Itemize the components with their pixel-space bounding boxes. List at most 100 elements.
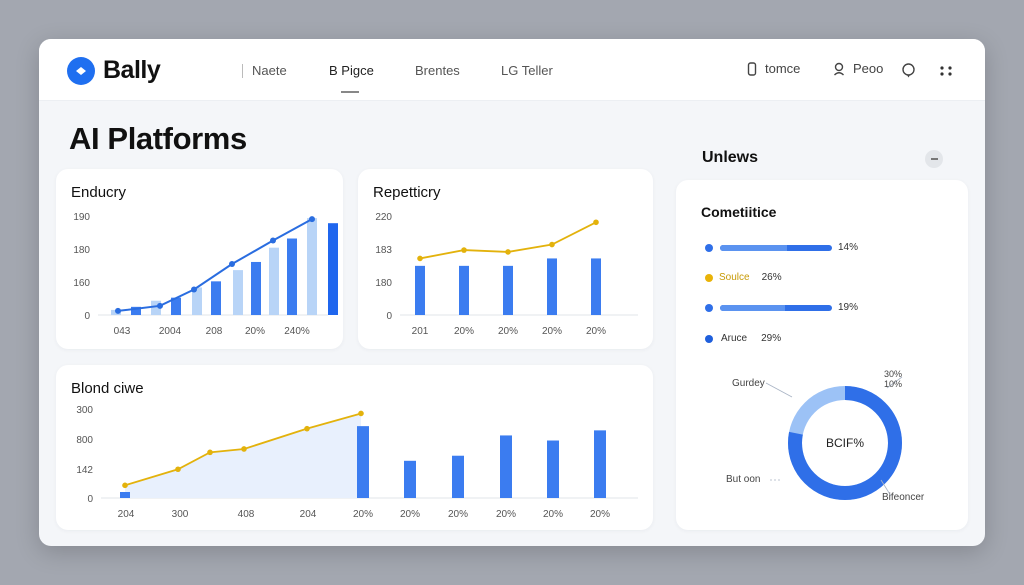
bar: [415, 265, 425, 315]
trend-point: [175, 466, 181, 473]
page-title: AI Platforms: [69, 121, 247, 156]
bar: [452, 455, 464, 498]
bar: [357, 426, 369, 498]
y-tick: 190: [73, 212, 90, 223]
trend-point: [191, 286, 197, 293]
trend-point: [505, 249, 511, 255]
nav-item-teller[interactable]: LG Teller: [501, 63, 553, 78]
x-tick: 20%: [496, 509, 516, 520]
nav-item-brentes[interactable]: Brentes: [415, 63, 460, 78]
donut-chart: BCIF%: [765, 376, 903, 500]
x-tick: 20%: [498, 326, 518, 337]
x-tick: 204: [300, 509, 317, 520]
profile-link[interactable]: Peoo: [833, 61, 883, 76]
blend-chart-card: Blond ciwe 300 800 142 0 204 300 408 204…: [56, 365, 653, 530]
bar-light: [269, 247, 279, 315]
trend-point: [309, 216, 315, 223]
trend-point: [461, 247, 467, 253]
x-tick: 20%: [543, 509, 563, 520]
trend-point: [157, 302, 163, 309]
x-tick: 20%: [590, 509, 610, 520]
side-panel-title: Unlews: [702, 149, 759, 166]
bar: [547, 440, 559, 498]
active-tab-indicator: [341, 91, 359, 93]
help-button[interactable]: [901, 63, 916, 81]
y-tick: 300: [76, 405, 93, 416]
profile-label: Peoo: [853, 61, 884, 76]
nav-divider: [242, 64, 243, 78]
trend-point: [417, 255, 423, 262]
bar: [328, 223, 338, 315]
donut-label-top: 10%: [884, 379, 903, 389]
grid-icon: [939, 65, 953, 80]
bar: [500, 435, 512, 498]
bar: [404, 460, 416, 498]
trend-point: [358, 410, 364, 417]
trend-point: [549, 241, 555, 248]
y-tick: 0: [87, 494, 93, 505]
repetition-chart-card: Repetticry 220 183 180 0 201 20% 20% 20%…: [358, 169, 653, 349]
y-tick: 180: [73, 245, 90, 256]
trend-point: [207, 449, 213, 456]
trend-point: [229, 261, 235, 267]
top-bar: Bally Naete B Pigce Brentes LG Teller to…: [39, 39, 985, 101]
bar: [287, 238, 297, 315]
x-tick: 20%: [586, 326, 606, 337]
y-tick: 0: [84, 311, 90, 322]
y-tick: 160: [73, 278, 90, 289]
phone-label: tomce: [765, 61, 801, 76]
y-tick: 180: [375, 278, 392, 289]
x-tick: 201: [412, 326, 429, 337]
app-window: Bally Naete B Pigce Brentes LG Teller to…: [39, 39, 985, 546]
x-tick: 20%: [245, 326, 265, 337]
collapse-button[interactable]: [925, 150, 943, 168]
x-tick: 204: [118, 509, 135, 520]
phone-icon: [747, 61, 757, 76]
y-tick: 142: [76, 465, 93, 476]
x-tick: 043: [114, 326, 131, 337]
bar-light: [307, 218, 317, 315]
blend-chart: 300 800 142 0 204 300 408 204 20% 20% 20…: [76, 405, 638, 520]
donut-label-bottom-right: Bifeoncer: [882, 492, 925, 503]
bar: [251, 261, 261, 315]
bar: [211, 281, 221, 315]
x-tick: 20%: [454, 326, 474, 337]
repetition-chart: 220 183 180 0 201 20% 20% 20% 20%: [375, 212, 638, 337]
trend-point: [122, 482, 128, 489]
nav-item-naete[interactable]: Naete: [252, 63, 287, 78]
bar: [591, 258, 601, 315]
bar: [503, 265, 513, 315]
donut-label-top: 30%: [884, 369, 903, 379]
y-tick: 183: [375, 245, 392, 256]
nav-item-pigce[interactable]: B Pigce: [329, 63, 374, 78]
brand-name: Bally: [103, 56, 161, 84]
trend-point: [241, 446, 247, 452]
competitive-card: Cometiitice 14% Soulce 26% 19% Aruce 29%…: [676, 180, 968, 530]
y-tick: 800: [76, 435, 93, 446]
industry-chart-card: Enducry 190 180 160 0 043 2004 208 20% 2…: [56, 169, 343, 349]
x-tick: 20%: [448, 509, 468, 520]
bar: [120, 492, 130, 498]
trend-point: [304, 425, 310, 432]
donut-label-left: Gurdey: [732, 378, 765, 389]
area-fill: [125, 413, 361, 498]
trend-point: [593, 219, 599, 226]
apps-menu-button[interactable]: [939, 65, 953, 80]
bar: [594, 430, 606, 498]
user-icon: [833, 62, 845, 76]
trend-point: [115, 307, 121, 314]
minus-icon: [930, 158, 938, 160]
y-tick: 220: [375, 212, 392, 223]
y-tick: 0: [386, 311, 392, 322]
x-tick: 240%: [284, 326, 310, 337]
x-tick: 2004: [159, 326, 182, 337]
brand-logo[interactable]: Bally: [67, 56, 161, 85]
bar-light: [233, 270, 243, 315]
trend-point: [270, 237, 276, 244]
donut-center-label: BCIF%: [826, 436, 864, 450]
x-tick: 300: [172, 509, 189, 520]
phone-link[interactable]: tomce: [747, 61, 800, 76]
donut-label-bottom-left: But oon: [726, 474, 761, 485]
x-tick: 20%: [353, 509, 373, 520]
x-tick: 408: [238, 509, 255, 520]
